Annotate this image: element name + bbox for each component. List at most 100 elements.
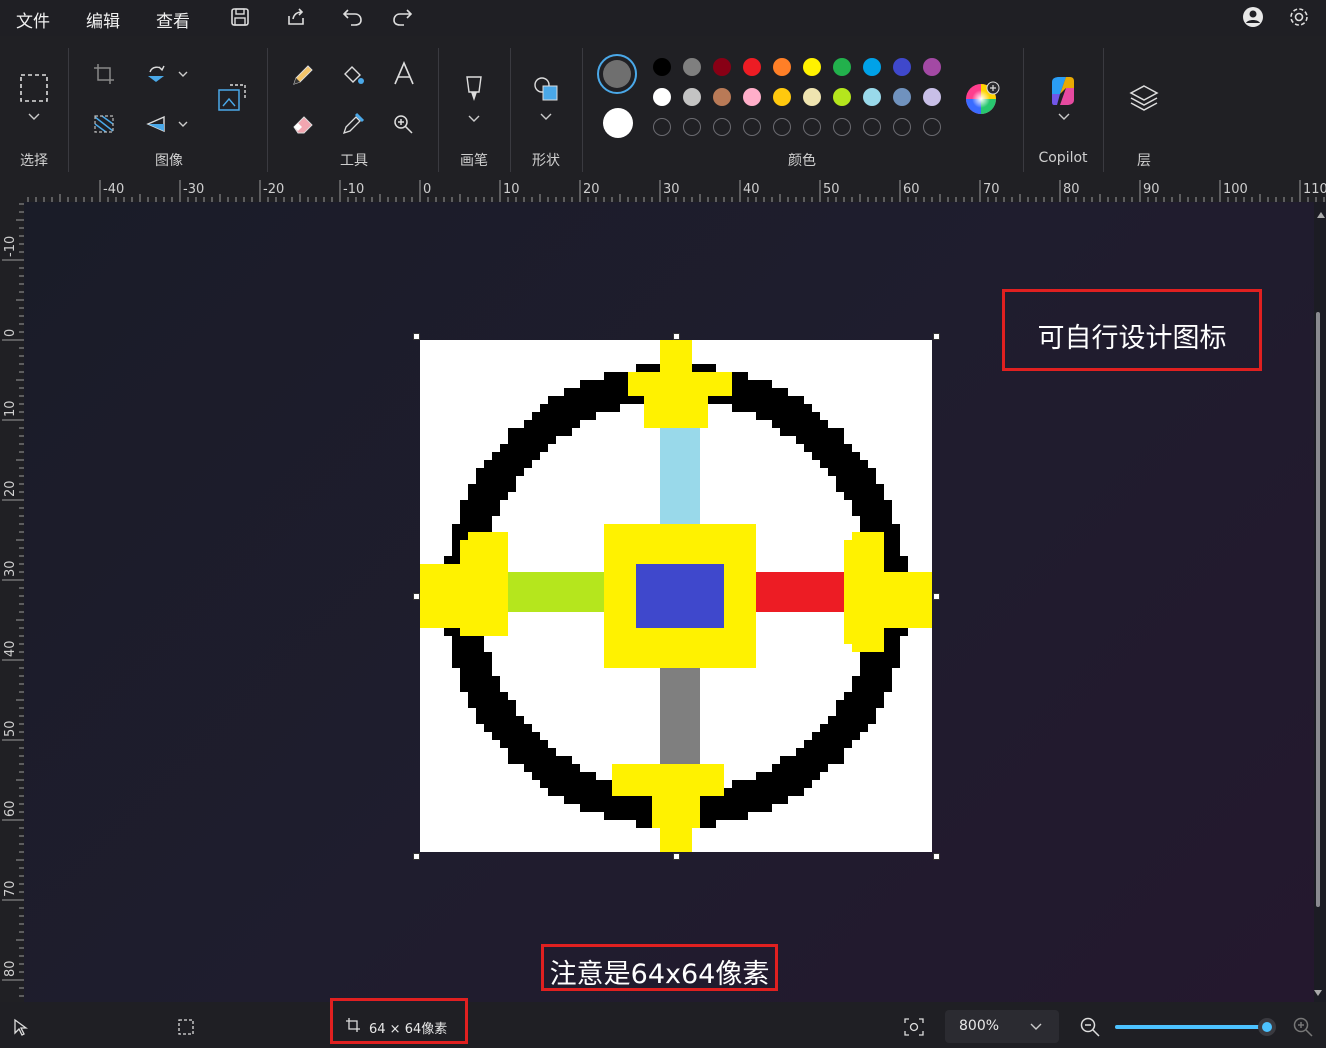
icon-left-bar	[500, 572, 620, 612]
resize-handle[interactable]	[933, 333, 940, 340]
ruler-label: -10	[3, 236, 18, 257]
chevron-down-icon[interactable]	[27, 112, 41, 122]
resize-handle[interactable]	[933, 853, 940, 860]
magnifier-icon[interactable]	[390, 111, 416, 137]
icon-arm-left	[460, 540, 508, 636]
text-icon[interactable]	[390, 60, 418, 88]
vertical-scrollbar[interactable]	[1314, 212, 1325, 1002]
color-swatch[interactable]	[653, 88, 671, 106]
save-icon[interactable]	[229, 6, 251, 28]
zoom-select[interactable]: 800%	[945, 1010, 1059, 1043]
background-removal-icon[interactable]	[92, 112, 116, 136]
empty-color-slot[interactable]	[803, 118, 821, 136]
pencil-icon[interactable]	[290, 62, 316, 88]
resize-handle[interactable]	[413, 853, 420, 860]
color-swatch[interactable]	[683, 58, 701, 76]
ruler-label: 30	[663, 182, 680, 197]
empty-color-slot[interactable]	[653, 118, 671, 136]
color-picker-icon[interactable]	[340, 111, 366, 137]
resize-handle[interactable]	[413, 333, 420, 340]
ruler-label: 80	[1063, 182, 1080, 197]
ruler-label: 10	[3, 400, 18, 417]
redo-icon[interactable]	[390, 5, 414, 29]
zoom-in-icon[interactable]	[1292, 1016, 1314, 1038]
empty-color-slot[interactable]	[863, 118, 881, 136]
rotate-icon[interactable]	[144, 62, 168, 86]
secondary-color-swatch[interactable]	[603, 108, 633, 138]
fit-to-window-icon[interactable]	[903, 1017, 925, 1037]
empty-color-slot[interactable]	[923, 118, 941, 136]
pixel-canvas[interactable]	[420, 340, 932, 852]
resize-icon[interactable]	[216, 82, 248, 114]
empty-color-slot[interactable]	[683, 118, 701, 136]
zoom-slider[interactable]	[1115, 1018, 1276, 1036]
fill-icon[interactable]	[340, 62, 366, 88]
color-swatch[interactable]	[713, 88, 731, 106]
color-swatch[interactable]	[773, 58, 791, 76]
crop-icon[interactable]	[92, 62, 116, 86]
chevron-down-icon[interactable]	[177, 120, 189, 130]
chevron-down-icon[interactable]	[539, 112, 553, 122]
design-note-box: 可自行设计图标	[1002, 289, 1262, 371]
ribbon-toolbar: 选择 图像 工具 画笔 形状 颜色 Copilot 层	[0, 36, 1326, 178]
flip-icon[interactable]	[144, 112, 168, 136]
menu-edit[interactable]: 编辑	[86, 7, 120, 32]
ruler-label: 110	[1303, 182, 1326, 197]
copilot-icon[interactable]	[1046, 74, 1080, 108]
color-swatch[interactable]	[833, 58, 851, 76]
color-swatch[interactable]	[743, 88, 761, 106]
color-swatch[interactable]	[683, 88, 701, 106]
share-icon[interactable]	[285, 6, 307, 28]
primary-color-swatch[interactable]	[603, 60, 631, 88]
settings-icon[interactable]	[1287, 5, 1311, 29]
ruler-label: 0	[3, 329, 18, 337]
color-swatch[interactable]	[893, 58, 911, 76]
empty-color-slot[interactable]	[743, 118, 761, 136]
image-group-label: 图像	[155, 153, 183, 169]
eraser-icon[interactable]	[290, 111, 316, 137]
color-swatch[interactable]	[923, 88, 941, 106]
edit-colors-icon[interactable]	[964, 80, 1002, 118]
empty-color-slot[interactable]	[833, 118, 851, 136]
icon-arm-top	[660, 340, 692, 372]
color-swatch[interactable]	[833, 88, 851, 106]
chevron-down-icon[interactable]	[467, 114, 481, 124]
brush-group-label: 画笔	[460, 153, 488, 169]
color-swatch[interactable]	[863, 88, 881, 106]
account-icon[interactable]	[1242, 6, 1264, 28]
brush-icon[interactable]	[461, 74, 487, 104]
size-note-text: 注意是64x64像素	[549, 959, 770, 990]
color-swatch[interactable]	[653, 58, 671, 76]
color-swatch[interactable]	[803, 88, 821, 106]
color-swatch[interactable]	[743, 58, 761, 76]
color-swatch[interactable]	[893, 88, 911, 106]
scroll-up-arrow[interactable]	[1317, 212, 1325, 218]
chevron-down-icon	[1030, 1023, 1042, 1030]
color-swatch[interactable]	[773, 88, 791, 106]
resize-handle[interactable]	[413, 593, 420, 600]
color-swatch[interactable]	[713, 58, 731, 76]
resize-handle[interactable]	[933, 593, 940, 600]
zoom-out-icon[interactable]	[1079, 1016, 1101, 1038]
color-swatch[interactable]	[863, 58, 881, 76]
shapes-icon[interactable]	[531, 74, 561, 104]
menu-file[interactable]: 文件	[16, 7, 50, 32]
design-note-text: 可自行设计图标	[1037, 323, 1227, 354]
color-swatch[interactable]	[803, 58, 821, 76]
menu-view[interactable]: 查看	[156, 7, 190, 32]
chevron-down-icon[interactable]	[177, 70, 189, 80]
empty-color-slot[interactable]	[713, 118, 731, 136]
scrollbar-thumb[interactable]	[1316, 312, 1320, 907]
color-swatch[interactable]	[923, 58, 941, 76]
scroll-down-arrow[interactable]	[1314, 990, 1322, 996]
zoom-slider-thumb[interactable]	[1258, 1018, 1276, 1036]
layers-icon[interactable]	[1128, 82, 1160, 114]
resize-handle[interactable]	[673, 853, 680, 860]
undo-icon[interactable]	[341, 5, 365, 29]
empty-color-slot[interactable]	[773, 118, 791, 136]
empty-color-slot[interactable]	[893, 118, 911, 136]
icon-arm-bottom	[652, 796, 700, 828]
chevron-down-icon[interactable]	[1057, 112, 1071, 122]
selection-icon[interactable]	[18, 72, 50, 104]
resize-handle[interactable]	[673, 333, 680, 340]
